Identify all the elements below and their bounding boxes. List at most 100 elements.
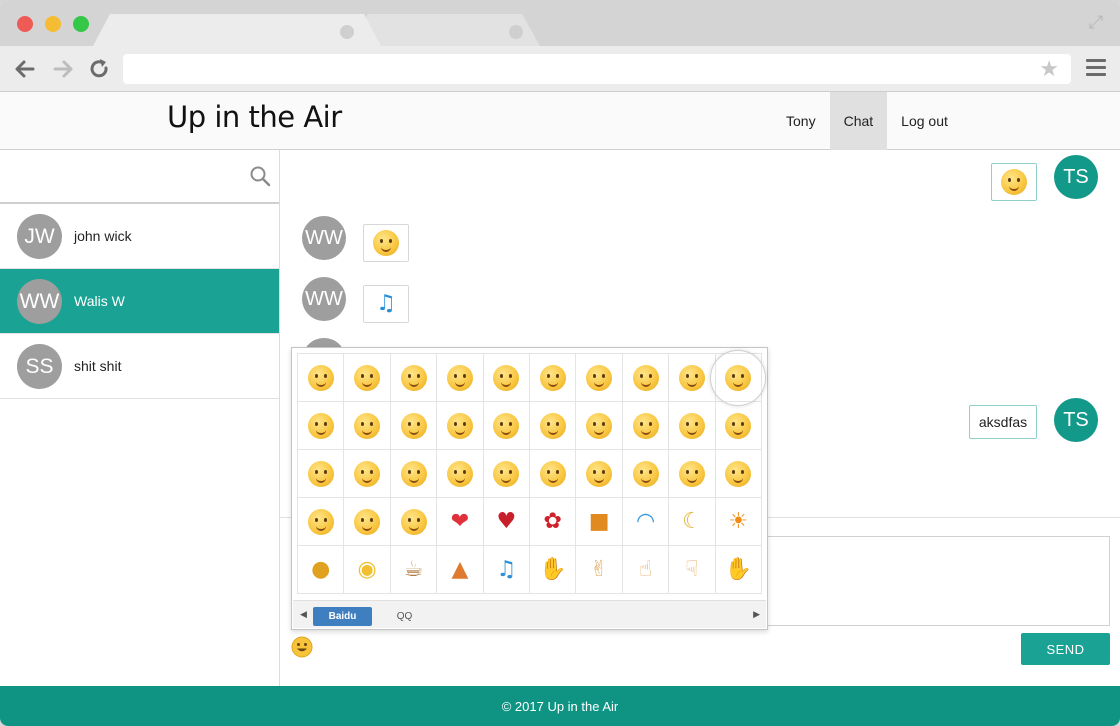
tab-scroll-left-icon[interactable]: ◀ [300, 609, 307, 620]
furious-icon [307, 508, 334, 535]
tab-scroll-right-icon[interactable]: ▶ [753, 609, 760, 620]
emoji-cell[interactable] [298, 354, 345, 402]
emoji-cell[interactable] [390, 450, 438, 498]
emoji-cell[interactable]: ✌ [576, 546, 623, 594]
emoji-cell[interactable] [344, 498, 391, 546]
emoji-cell[interactable] [390, 402, 438, 450]
cool-icon [493, 364, 520, 391]
emoji-tab-baidu[interactable]: Baidu [313, 607, 372, 626]
happy-icon [493, 460, 520, 487]
emoji-cell[interactable]: ◠ [622, 498, 670, 546]
emoji-cell[interactable] [669, 450, 716, 498]
emoji-cell[interactable] [622, 402, 670, 450]
emoji-cell[interactable]: ✋ [530, 546, 577, 594]
emoji-cell[interactable]: ♫ [483, 546, 531, 594]
fullscreen-icon[interactable]: ⤢ [1086, 12, 1106, 32]
browser-toolbar: ★ [0, 46, 1120, 92]
emoji-cell[interactable]: ☾ [669, 498, 716, 546]
emoji-cell[interactable]: ✿ [530, 498, 577, 546]
avatar: TS [1054, 398, 1098, 442]
address-bar[interactable]: ★ [123, 54, 1071, 84]
emoji-cell[interactable] [298, 402, 345, 450]
think-icon [446, 412, 473, 439]
emoji-cell[interactable] [298, 450, 345, 498]
emoji-cell[interactable] [483, 354, 531, 402]
reload-icon[interactable] [86, 56, 112, 82]
message-bubble [991, 163, 1037, 201]
emoji-picker-icon[interactable] [291, 636, 313, 658]
emoji-tab-qq[interactable]: QQ [375, 607, 434, 626]
music-note-icon: ♫ [376, 291, 396, 316]
browser-tab-inactive[interactable] [350, 14, 540, 46]
nav-logout[interactable]: Log out [887, 92, 962, 150]
emoji-cell[interactable] [344, 354, 391, 402]
emoji-cell[interactable] [576, 354, 623, 402]
mad-icon [354, 460, 381, 487]
tab-close-icon[interactable] [340, 25, 354, 39]
emoji-cell[interactable] [437, 450, 484, 498]
emoji-cell[interactable] [530, 450, 577, 498]
avatar: TS [1054, 155, 1098, 199]
emoji-cell[interactable]: ■ [576, 498, 623, 546]
search-icon[interactable] [249, 165, 271, 187]
emoji-cell[interactable]: ☀ [715, 498, 763, 546]
forward-arrow-icon[interactable] [50, 56, 76, 82]
maximize-window-button[interactable] [73, 16, 89, 32]
emoji-cell[interactable] [483, 402, 531, 450]
search-input[interactable] [0, 150, 240, 202]
emoji-cell[interactable] [390, 498, 438, 546]
emoji-cell[interactable]: ☟ [669, 546, 716, 594]
send-button[interactable]: SEND [1021, 633, 1110, 665]
emoji-cell[interactable] [622, 450, 670, 498]
emoji-cell[interactable] [530, 402, 577, 450]
sun-icon: ☀ [728, 508, 749, 534]
minimize-window-button[interactable] [45, 16, 61, 32]
emoji-cell[interactable] [344, 450, 391, 498]
emoji-cell[interactable] [669, 402, 716, 450]
nav-user[interactable]: Tony [772, 92, 830, 150]
emoji-cell[interactable] [390, 354, 438, 402]
hearts-icon: ❤ [450, 508, 470, 534]
close-window-button[interactable] [17, 16, 33, 32]
emoji-cell[interactable] [669, 354, 716, 402]
emoji-cell[interactable] [298, 498, 345, 546]
rainbow-icon: ◠ [635, 508, 656, 534]
emoji-cell[interactable] [344, 402, 391, 450]
emoji-cell[interactable] [483, 450, 531, 498]
emoji-cell[interactable]: ☕ [390, 546, 438, 594]
coins-icon: ● [311, 556, 331, 582]
emoji-cell[interactable] [530, 354, 577, 402]
point-icon [400, 412, 427, 439]
emoji-cell[interactable] [437, 354, 484, 402]
browser-window: ⤢ ★ Up in the Air Tony Chat Log out JW j… [0, 0, 1120, 726]
emoji-cell[interactable] [715, 450, 763, 498]
emoji-cell[interactable] [715, 402, 763, 450]
emoji-cell[interactable]: ❤ [437, 498, 484, 546]
browser-menu-icon[interactable] [1086, 59, 1106, 77]
emoji-cell[interactable]: ◉ [344, 546, 391, 594]
emoji-cell[interactable]: ✋ [715, 546, 763, 594]
bookmark-star-icon[interactable]: ★ [1039, 57, 1059, 81]
emoji-cell[interactable]: ♥ [483, 498, 531, 546]
emoji-cell[interactable] [437, 402, 484, 450]
emoji-cell[interactable]: ● [298, 546, 345, 594]
emoji-cell[interactable] [622, 354, 670, 402]
contact-item[interactable]: JW john wick [0, 204, 279, 269]
emoji-cell[interactable]: ▲ [437, 546, 484, 594]
back-arrow-icon[interactable] [12, 56, 38, 82]
emoji-cell[interactable] [576, 402, 623, 450]
avatar: SS [17, 343, 62, 389]
gift-icon: ■ [588, 508, 610, 534]
nav-chat[interactable]: Chat [829, 92, 888, 150]
emoji-cell[interactable] [710, 349, 767, 406]
contact-name: shit shit [74, 358, 122, 374]
laugh-hands-icon [446, 460, 473, 487]
browser-tab-active[interactable] [92, 14, 382, 48]
contact-item-selected[interactable]: WW Walis W [0, 269, 279, 334]
contact-item[interactable]: SS shit shit [0, 334, 279, 399]
yum-icon [400, 364, 427, 391]
emoji-cell[interactable] [576, 450, 623, 498]
emoji-cell[interactable]: ☝ [622, 546, 670, 594]
app-logo[interactable]: Up in the Air [167, 100, 342, 134]
tab-close-icon[interactable] [509, 25, 523, 39]
